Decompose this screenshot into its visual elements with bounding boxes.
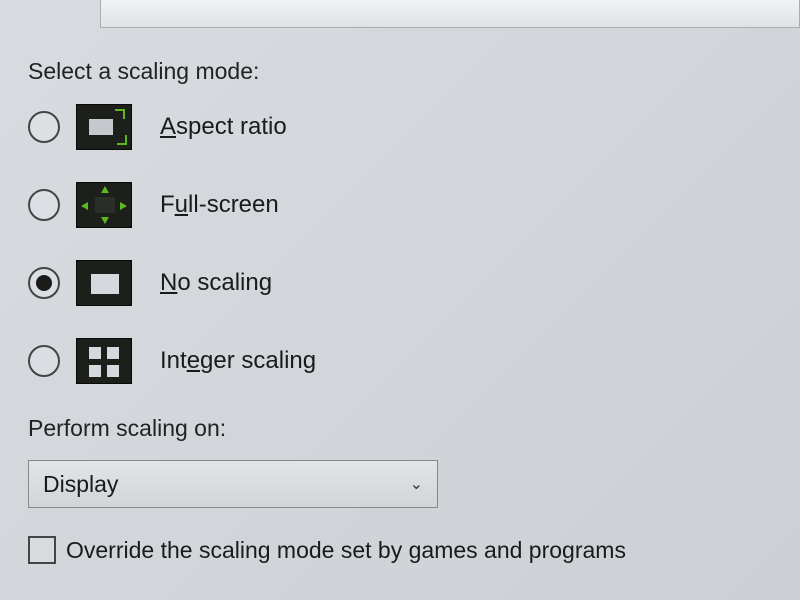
aspect-ratio-icon	[76, 104, 132, 150]
chevron-down-icon: ⌄	[410, 474, 423, 494]
perform-scaling-dropdown[interactable]: Display ⌄	[28, 460, 438, 508]
option-no-scaling[interactable]: No scaling	[28, 259, 800, 307]
option-label-aspect: Aspect ratio	[160, 113, 287, 141]
option-full-screen[interactable]: Full-screen	[28, 181, 800, 229]
radio-aspect-ratio[interactable]	[28, 111, 60, 143]
dropdown-selected-value: Display	[43, 471, 118, 498]
option-aspect-ratio[interactable]: Aspect ratio	[28, 103, 800, 151]
perform-scaling-heading: Perform scaling on:	[28, 415, 800, 442]
option-label-none: No scaling	[160, 269, 272, 297]
integer-scaling-icon	[76, 338, 132, 384]
override-scaling-row[interactable]: Override the scaling mode set by games a…	[28, 536, 800, 564]
scaling-mode-heading: Select a scaling mode:	[28, 58, 800, 85]
radio-full-screen[interactable]	[28, 189, 60, 221]
radio-integer-scaling[interactable]	[28, 345, 60, 377]
option-label-full: Full-screen	[160, 191, 279, 219]
override-checkbox[interactable]	[28, 536, 56, 564]
top-panel-strip	[100, 0, 800, 28]
no-scaling-icon	[76, 260, 132, 306]
full-screen-icon	[76, 182, 132, 228]
radio-no-scaling[interactable]	[28, 267, 60, 299]
override-label: Override the scaling mode set by games a…	[66, 537, 626, 564]
option-label-integer: Integer scaling	[160, 347, 316, 375]
option-integer-scaling[interactable]: Integer scaling	[28, 337, 800, 385]
